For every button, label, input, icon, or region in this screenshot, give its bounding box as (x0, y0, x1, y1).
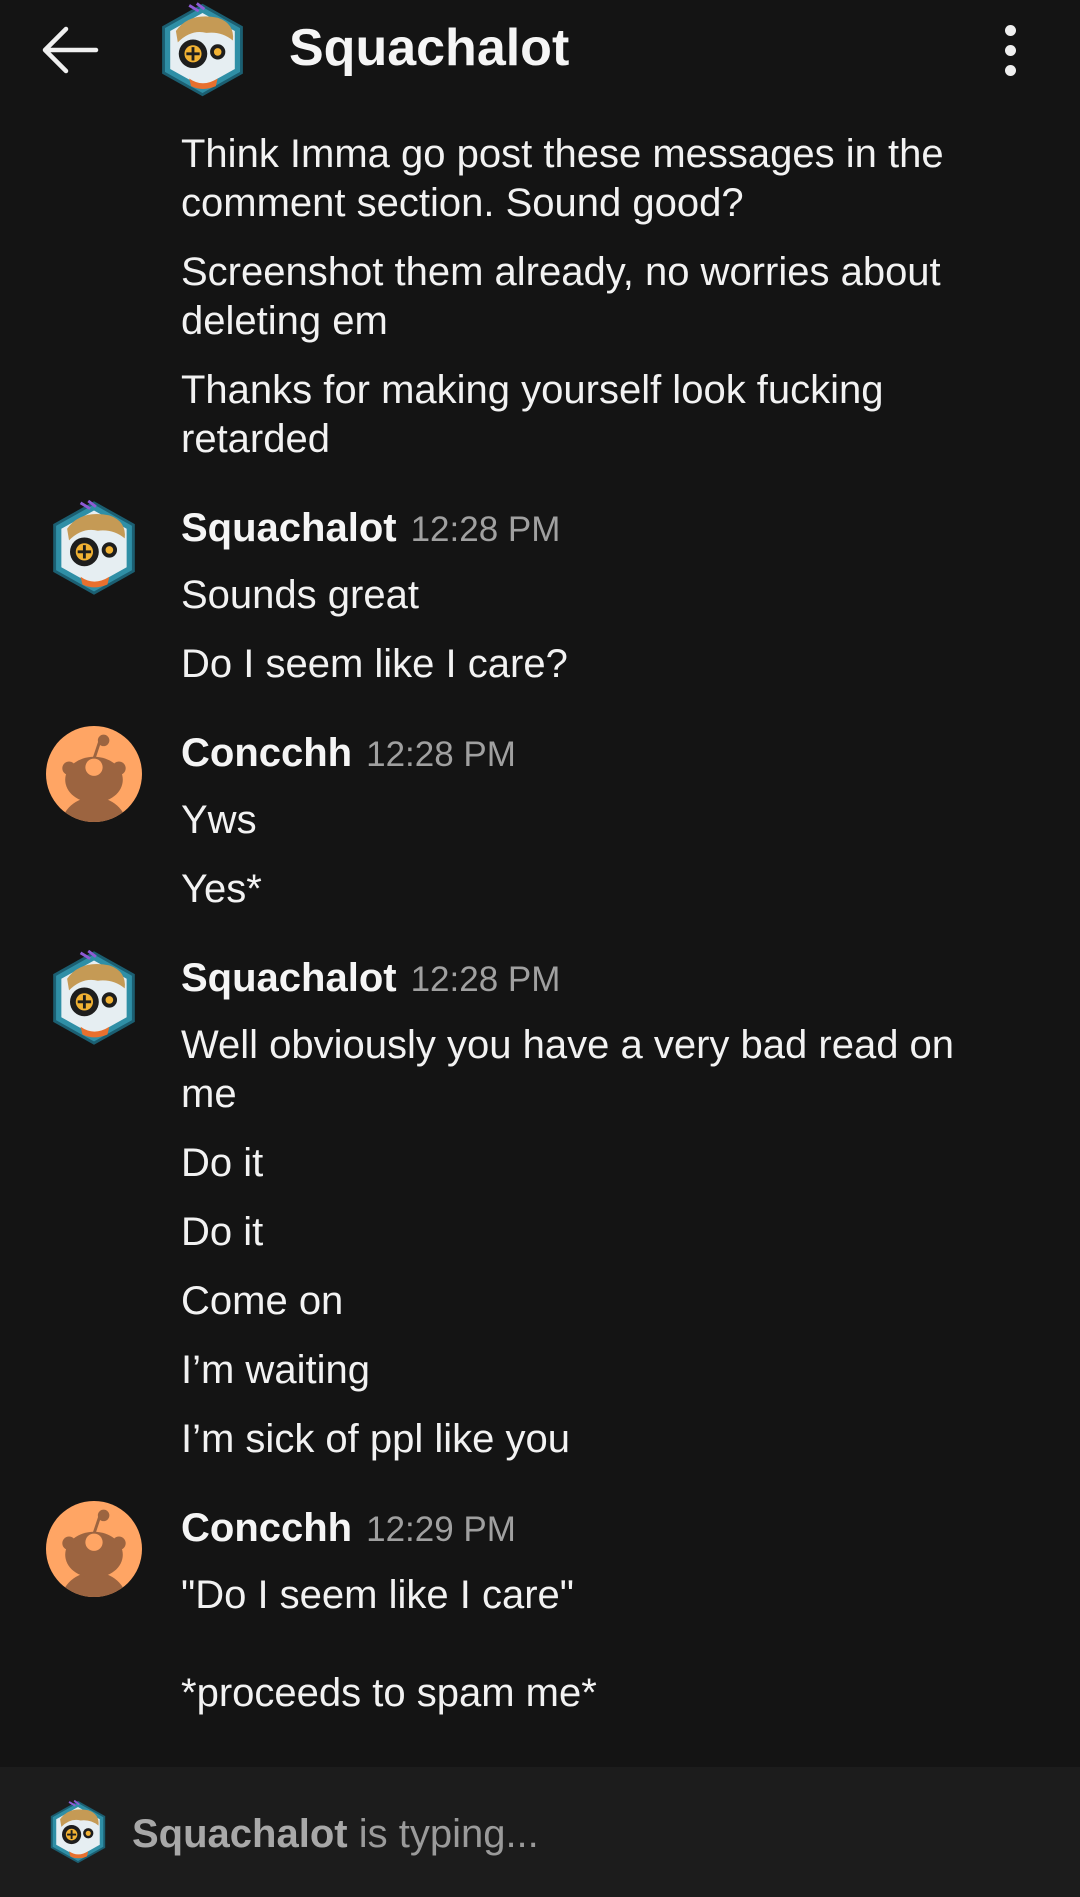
message-text: I’m waiting (181, 1348, 370, 1392)
avatar[interactable] (155, 0, 250, 100)
timestamp: 12:28 PM (410, 510, 561, 549)
message-text: Yws (181, 798, 257, 842)
message-header: Squachalot 12:28 PM (181, 506, 560, 556)
message-text: Well obviously you have a very bad read … (181, 1023, 955, 1116)
timestamp: 12:29 PM (366, 1510, 516, 1549)
timestamp: 12:28 PM (366, 735, 516, 774)
message-text: Come on (181, 1279, 344, 1323)
avatar[interactable] (46, 726, 142, 822)
author-name[interactable]: Concchh (181, 731, 352, 776)
message-text: Do it (181, 1141, 264, 1185)
avatar (50, 1799, 106, 1864)
message-header: Concchh 12:29 PM (181, 1506, 516, 1556)
avatar[interactable] (46, 950, 142, 1046)
chat-header: Squachalot (0, 0, 1080, 100)
typing-indicator: Squachalot is typing... (0, 1767, 1080, 1897)
timestamp: 12:28 PM (410, 960, 561, 999)
message-text: Do I seem like I care? (181, 642, 568, 686)
more-vertical-icon (1004, 24, 1016, 36)
message-header: Concchh 12:28 PM (181, 731, 516, 781)
message-text: I’m sick of ppl like you (181, 1417, 571, 1461)
typing-user: Squachalot (132, 1812, 348, 1856)
message-text: Sounds great (181, 573, 419, 617)
typing-suffix: is typing... (347, 1812, 539, 1856)
message-text: *proceeds to spam me* (181, 1671, 597, 1715)
avatar[interactable] (46, 1501, 142, 1597)
author-name[interactable]: Squachalot (181, 956, 397, 1001)
message-text: "Do I seem like I care" (181, 1573, 574, 1617)
author-name[interactable]: Concchh (181, 1506, 352, 1551)
message-text: Do it (181, 1210, 264, 1254)
message-header: Squachalot 12:28 PM (181, 956, 560, 1006)
back-button[interactable] (30, 10, 110, 90)
typing-status: Squachalot is typing... (132, 1809, 539, 1859)
avatar[interactable] (46, 500, 142, 596)
author-name[interactable]: Squachalot (181, 506, 397, 551)
message-text: Thanks for making yourself look fucking … (181, 368, 884, 461)
message-text: Yes* (181, 867, 262, 911)
message-text: Think Imma go post these messages in the… (181, 132, 944, 225)
page-title: Squachalot (289, 19, 570, 77)
message-text: Screenshot them already, no worries abou… (181, 250, 941, 343)
more-options-button[interactable] (985, 15, 1035, 85)
arrow-left-icon (42, 26, 99, 74)
